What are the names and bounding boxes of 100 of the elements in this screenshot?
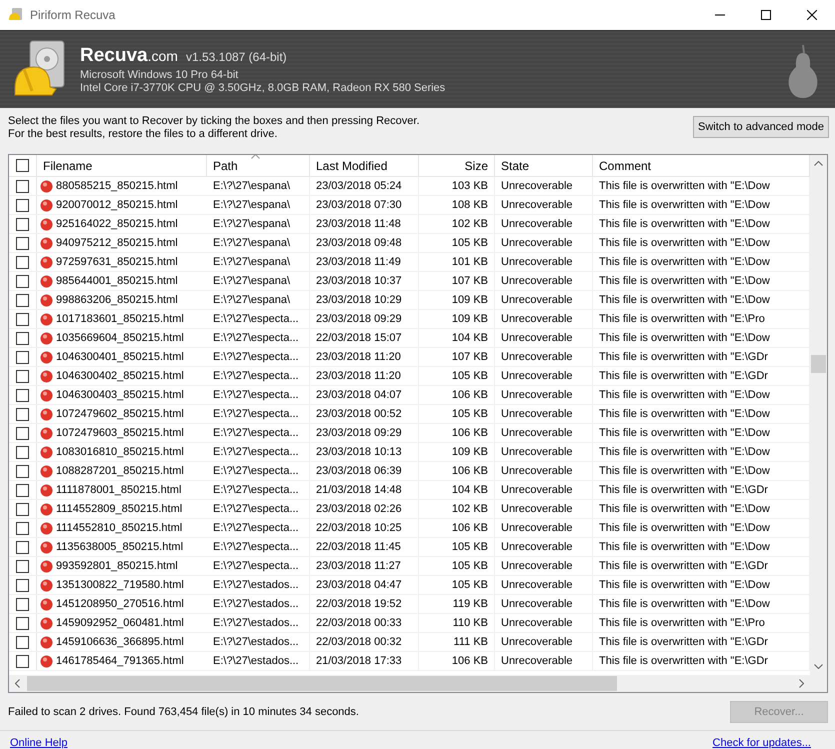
scroll-down-icon[interactable] bbox=[814, 664, 823, 669]
table-cell: 23/03/2018 09:29 bbox=[310, 424, 419, 442]
table-cell: 920070012_850215.html bbox=[56, 199, 178, 211]
row-checkbox[interactable] bbox=[16, 312, 29, 326]
window-title: Piriform Recuva bbox=[30, 8, 116, 22]
row-checkbox[interactable] bbox=[16, 218, 29, 230]
horizontal-scrollbar[interactable] bbox=[9, 675, 810, 692]
table-cell: E:\?\27\especta... bbox=[207, 443, 310, 461]
row-checkbox[interactable] bbox=[16, 370, 29, 382]
table-cell: Unrecoverable bbox=[495, 481, 593, 499]
column-header[interactable]: Last Modified bbox=[310, 155, 419, 176]
scroll-up-icon[interactable] bbox=[814, 161, 823, 166]
table-cell: 107 KB bbox=[419, 348, 495, 366]
table-cell: 1046300401_850215.html bbox=[56, 351, 184, 363]
row-checkbox[interactable] bbox=[16, 408, 29, 420]
row-checkbox[interactable] bbox=[16, 540, 29, 554]
row-checkbox[interactable] bbox=[16, 616, 29, 630]
version-text: v1.53.1087 (64-bit) bbox=[186, 50, 287, 64]
table-cell: Unrecoverable bbox=[495, 386, 593, 404]
row-checkbox[interactable] bbox=[16, 350, 29, 364]
scrollbar-thumb[interactable] bbox=[27, 676, 617, 691]
row-checkbox[interactable] bbox=[16, 654, 29, 668]
table-cell: 1088287201_850215.html bbox=[56, 465, 184, 477]
row-checkbox[interactable] bbox=[16, 294, 29, 306]
row-checkbox[interactable] bbox=[16, 332, 29, 344]
scroll-right-icon[interactable] bbox=[799, 679, 804, 688]
scroll-left-icon[interactable] bbox=[15, 679, 20, 688]
error-icon bbox=[40, 464, 53, 478]
error-icon bbox=[40, 540, 53, 554]
row-checkbox[interactable] bbox=[16, 446, 29, 458]
table-cell: 104 KB bbox=[419, 329, 495, 347]
row-checkbox[interactable] bbox=[16, 388, 29, 402]
table-cell: E:\?\27\especta... bbox=[207, 329, 310, 347]
table-cell: Unrecoverable bbox=[495, 576, 593, 594]
vertical-scrollbar[interactable] bbox=[810, 155, 827, 675]
table-cell: 106 KB bbox=[419, 424, 495, 442]
table-cell: 993592801_850215.html bbox=[56, 560, 178, 572]
table-cell: 105 KB bbox=[419, 557, 495, 575]
table-cell: 22/03/2018 00:33 bbox=[310, 614, 419, 632]
row-checkbox[interactable] bbox=[16, 522, 29, 534]
table-cell: 22/03/2018 10:25 bbox=[310, 519, 419, 537]
error-icon bbox=[40, 218, 53, 230]
table-cell: E:\?\27\estados... bbox=[207, 633, 310, 651]
row-checkbox[interactable] bbox=[16, 578, 29, 592]
table-cell: E:\?\27\especta... bbox=[207, 348, 310, 366]
table-cell: E:\?\27\espana\ bbox=[207, 177, 310, 195]
table-cell: Unrecoverable bbox=[495, 614, 593, 632]
row-checkbox[interactable] bbox=[16, 256, 29, 268]
help-link[interactable]: Check for updates... bbox=[712, 737, 811, 749]
table-cell: E:\?\27\espana\ bbox=[207, 253, 310, 271]
row-checkbox[interactable] bbox=[16, 502, 29, 516]
table-cell: Unrecoverable bbox=[495, 234, 593, 252]
table-cell: 109 KB bbox=[419, 291, 495, 309]
error-icon bbox=[40, 312, 53, 326]
row-checkbox[interactable] bbox=[16, 236, 29, 250]
table-cell: 1461785464_791365.html bbox=[56, 655, 184, 667]
row-checkbox[interactable] bbox=[16, 636, 29, 648]
advanced-mode-button[interactable]: Switch to advanced mode bbox=[693, 116, 829, 138]
column-header[interactable]: Path bbox=[207, 155, 310, 176]
table-cell: Unrecoverable bbox=[495, 348, 593, 366]
table-cell: 23/03/2018 04:47 bbox=[310, 576, 419, 594]
row-checkbox[interactable] bbox=[16, 426, 29, 440]
table-cell: 23/03/2018 09:29 bbox=[310, 310, 419, 328]
row-checkbox[interactable] bbox=[16, 484, 29, 496]
table-cell: 107 KB bbox=[419, 272, 495, 290]
table-cell: 23/03/2018 11:20 bbox=[310, 348, 419, 366]
table-cell: 23/03/2018 07:30 bbox=[310, 196, 419, 214]
error-icon bbox=[40, 198, 53, 212]
table-cell: 22/03/2018 11:45 bbox=[310, 538, 419, 556]
select-all-checkbox[interactable] bbox=[16, 159, 29, 172]
error-icon bbox=[40, 578, 53, 592]
table-cell: 23/03/2018 11:27 bbox=[310, 557, 419, 575]
row-checkbox[interactable] bbox=[16, 274, 29, 288]
column-header[interactable]: Filename bbox=[37, 155, 207, 176]
table-cell: 23/03/2018 11:49 bbox=[310, 253, 419, 271]
row-checkbox[interactable] bbox=[16, 198, 29, 212]
table-cell: 23/03/2018 05:24 bbox=[310, 177, 419, 195]
table-cell: 109 KB bbox=[419, 443, 495, 461]
table-cell: 105 KB bbox=[419, 405, 495, 423]
error-icon bbox=[40, 654, 53, 668]
column-header[interactable]: State bbox=[495, 155, 593, 176]
table-cell: E:\?\27\estados... bbox=[207, 576, 310, 594]
error-icon bbox=[40, 256, 53, 268]
table-cell: 1114552809_850215.html bbox=[56, 503, 182, 515]
helmet-icon bbox=[8, 7, 24, 23]
table-cell: 21/03/2018 14:48 bbox=[310, 481, 419, 499]
row-checkbox[interactable] bbox=[16, 180, 29, 192]
help-link[interactable]: Online Help bbox=[10, 737, 68, 749]
row-checkbox[interactable] bbox=[16, 598, 29, 610]
table-cell: Unrecoverable bbox=[495, 215, 593, 233]
hardware-info: Intel Core i7-3770K CPU @ 3.50GHz, 8.0GB RAM, Radeon RX 580 Series bbox=[80, 82, 446, 94]
column-header[interactable]: Size bbox=[419, 155, 495, 176]
table-cell: 1017183601_850215.html bbox=[56, 313, 184, 325]
row-checkbox[interactable] bbox=[16, 560, 29, 572]
error-icon bbox=[40, 484, 53, 496]
table-cell: 880585215_850215.html bbox=[56, 180, 178, 192]
row-checkbox[interactable] bbox=[16, 464, 29, 478]
scrollbar-thumb[interactable] bbox=[811, 355, 826, 373]
table-cell: 1459106636_366895.html bbox=[56, 636, 184, 648]
table-cell: 105 KB bbox=[419, 538, 495, 556]
